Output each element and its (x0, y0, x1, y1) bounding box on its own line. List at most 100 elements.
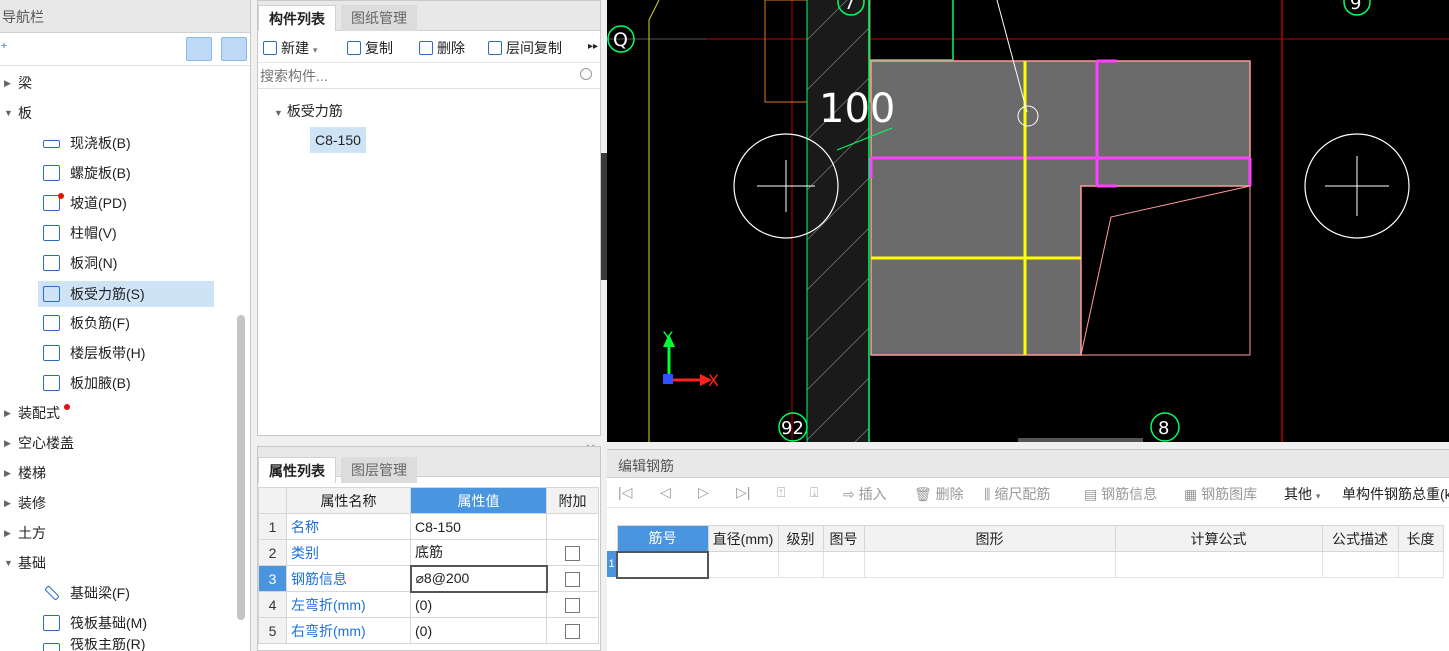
expand-arrow-icon[interactable]: ▶ (4, 400, 11, 426)
app-window: 导航栏 ⁺ ▶ 梁 ▼ 板 现浇板(B) 螺旋板(B) 坡道(PD) 柱帽(V)… (0, 0, 1449, 651)
extra-checkbox[interactable] (565, 545, 580, 561)
tree-category-hollow-floor[interactable]: ▶ 空心楼盖 (0, 430, 235, 456)
table-row[interactable] (616, 550, 1444, 579)
axis-label-8: 8 (1158, 418, 1169, 439)
add-icon[interactable]: ⁺ (0, 39, 8, 57)
tree-category-beam[interactable]: ▶ 梁 (0, 70, 235, 96)
table-row[interactable]: 5 右弯折(mm) (0) (258, 617, 599, 644)
floor-copy-icon (488, 41, 502, 55)
slab-shape[interactable] (870, 60, 1251, 356)
tree-category-foundation[interactable]: ▼ 基础 (0, 550, 235, 576)
tree-item-slab-haunch[interactable]: 板加腋(B) (0, 370, 235, 396)
expand-arrow-icon[interactable]: ▶ (4, 460, 11, 486)
navigation-scrollbar[interactable] (237, 315, 245, 620)
move-down-icon[interactable]: ⍗ (810, 484, 818, 501)
raft-foundation-icon (43, 615, 60, 631)
property-value-input[interactable]: ⌀8@200 (409, 564, 548, 593)
tree-item-column-cap[interactable]: 柱帽(V) (0, 220, 235, 246)
expand-arrow-icon[interactable]: ▶ (4, 520, 11, 546)
component-item-selected[interactable]: C8-150 (310, 127, 366, 153)
ucs-origin (663, 374, 673, 384)
slab-rebar-icon (43, 286, 60, 302)
extra-checkbox[interactable] (565, 571, 581, 587)
rebar-number-cell[interactable] (616, 550, 709, 579)
tree-category-prefab[interactable]: ▶ 装配式 (0, 400, 235, 426)
new-feature-dot (58, 193, 64, 199)
next-record-icon[interactable]: ▷ (698, 484, 709, 501)
rebar-table: 筋号 直径(mm) 级别 图号 图形 计算公式 公式描述 长度 (616, 525, 1444, 579)
property-value-cell[interactable]: C8-150 (410, 513, 547, 540)
previous-record-icon[interactable]: ◁ (660, 484, 671, 501)
table-row[interactable]: 2 类别 底筋 (258, 539, 599, 566)
more-icon[interactable]: ▸▸ (588, 41, 598, 52)
tab-component-list[interactable]: 构件列表 (258, 5, 336, 31)
detail-view-icon[interactable] (221, 37, 247, 61)
component-tree-root[interactable]: ▼ 板受力筋 (274, 101, 343, 121)
first-record-icon[interactable]: |◁ (618, 484, 632, 501)
tree-item-slab-negative-rebar[interactable]: 板负筋(F) (0, 310, 235, 336)
property-value-cell[interactable]: (0) (410, 591, 547, 618)
tree-item-ramp[interactable]: 坡道(PD) (0, 190, 235, 216)
scale-icon: ⫼ (984, 486, 995, 502)
tree-item-raft-main-rebar[interactable]: 筏板主筋(R) (0, 638, 235, 651)
column-diameter: 直径(mm) (707, 525, 779, 552)
column-formula-description: 公式描述 (1321, 525, 1399, 552)
column-length: 长度 (1397, 525, 1444, 552)
search-icon[interactable] (580, 68, 592, 80)
expand-arrow-icon[interactable]: ▶ (4, 490, 11, 516)
tree-item-slab-hole[interactable]: 板洞(N) (0, 250, 235, 276)
tree-item-floor-slab-band[interactable]: 楼层板带(H) (0, 340, 235, 366)
collapse-arrow-icon[interactable]: ▼ (4, 550, 13, 576)
expand-arrow-icon[interactable]: ▶ (4, 70, 11, 96)
property-value-cell[interactable]: 底筋 (410, 539, 547, 566)
search-input[interactable] (260, 66, 570, 86)
tab-drawing-management[interactable]: 图纸管理 (341, 5, 417, 31)
tree-item-spiral-slab[interactable]: 螺旋板(B) (0, 160, 235, 186)
table-row[interactable]: 1 名称 C8-150 (258, 513, 599, 540)
library-icon: ▦ (1184, 486, 1202, 502)
axis-label-q: Q (613, 29, 628, 51)
tab-layer-management[interactable]: 图层管理 (341, 457, 417, 483)
viewport-scroll-handle[interactable] (1018, 438, 1143, 442)
list-view-icon[interactable] (186, 37, 212, 61)
property-value-cell[interactable]: (0) (410, 617, 547, 644)
extra-checkbox[interactable] (565, 623, 580, 639)
move-up-icon[interactable]: ⍐ (777, 484, 785, 501)
table-row[interactable]: 3 钢筋信息 ⌀8@200 (258, 564, 599, 593)
tree-item-raft-foundation[interactable]: 筏板基础(M) (0, 610, 235, 636)
tree-category-stairs[interactable]: ▶ 楼梯 (0, 460, 235, 486)
ucs-y-label: Y (662, 328, 673, 347)
delete-rebar-button[interactable]: 🗑 删除 (914, 484, 964, 504)
rebar-info-button[interactable]: ▤ 钢筋信息 (1084, 484, 1157, 504)
tree-item-foundation-beam[interactable]: 基础梁(F) (0, 580, 235, 606)
cad-viewport[interactable]: 100 Q 7 9 92 8 Y X (607, 0, 1449, 442)
cad-drawing[interactable]: 100 Q 7 9 92 8 Y X (607, 0, 1449, 442)
tree-category-decoration[interactable]: ▶ 装修 (0, 490, 235, 516)
floor-copy-button[interactable]: 层间复制 (488, 38, 562, 58)
trash-icon (419, 41, 433, 55)
collapse-arrow-icon[interactable]: ▼ (274, 108, 283, 118)
last-record-icon[interactable]: ▷| (736, 484, 750, 501)
scale-rebar-button[interactable]: ⫼ 缩尺配筋 (984, 484, 1050, 504)
collapse-arrow-icon[interactable]: ▼ (4, 100, 13, 126)
copy-icon (347, 41, 361, 55)
property-extra-header: 附加 (546, 487, 599, 514)
expand-arrow-icon[interactable]: ▶ (4, 430, 11, 456)
new-button[interactable]: 新建 ▾ (263, 38, 317, 58)
table-row[interactable]: 4 左弯折(mm) (0) (258, 591, 599, 618)
column-cap-icon (43, 225, 60, 241)
insert-button[interactable]: ⇨ 插入 (843, 484, 887, 504)
tree-item-cast-slab[interactable]: 现浇板(B) (0, 130, 235, 156)
tree-category-slab[interactable]: ▼ 板 (0, 100, 235, 126)
tab-property-list[interactable]: 属性列表 (258, 457, 336, 483)
dimension-text: 100 (819, 86, 895, 132)
tree-item-slab-rebar[interactable]: 板受力筋(S) (38, 281, 214, 307)
rebar-library-button[interactable]: ▦ 钢筋图库 (1184, 484, 1257, 504)
copy-button[interactable]: 复制 (347, 38, 393, 58)
spiral-slab-icon (43, 165, 60, 181)
property-table: 属性名称 属性值 附加 1 名称 C8-150 2 类别 底筋 3 钢筋信息 ⌀… (258, 487, 599, 644)
tree-category-earthwork[interactable]: ▶ 土方 (0, 520, 235, 546)
extra-checkbox[interactable] (565, 597, 580, 613)
other-menu-button[interactable]: 其他 ▾ (1284, 484, 1320, 504)
delete-button[interactable]: 删除 (419, 38, 465, 58)
